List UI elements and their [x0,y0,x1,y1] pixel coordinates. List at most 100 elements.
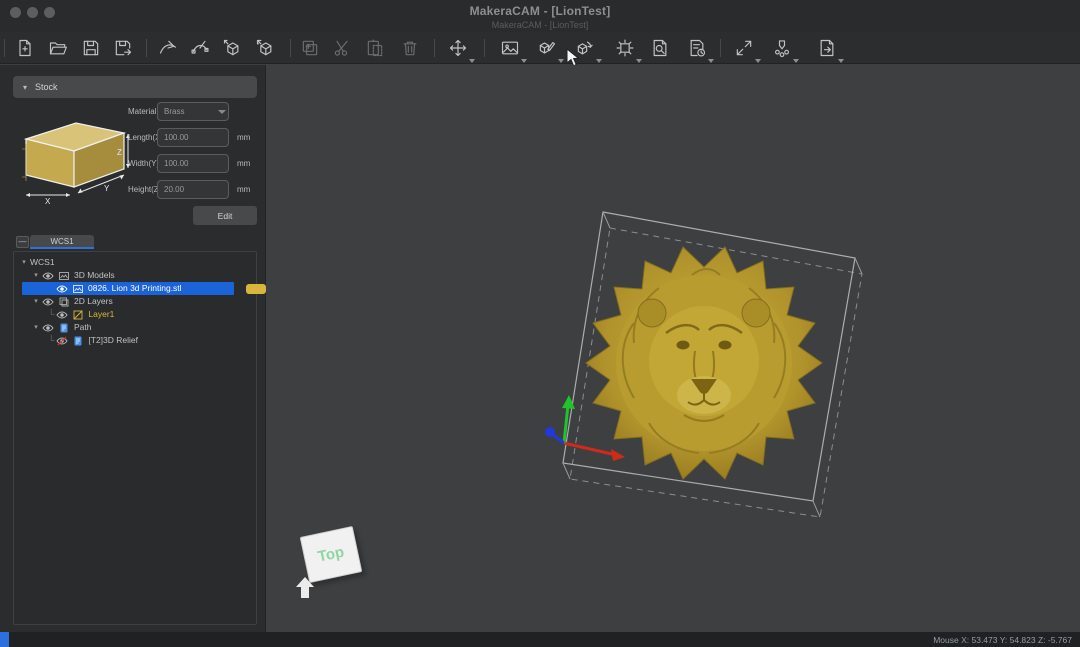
machine-probe-button[interactable] [769,35,795,61]
copy-button[interactable] [297,35,323,61]
toolbar-separator [720,39,721,57]
delete-button[interactable] [397,35,423,61]
tree-label: Layer1 [88,308,114,321]
import-model-button[interactable] [219,35,245,61]
path-group-icon [58,322,70,334]
chevron-down-icon [708,59,714,63]
trace-image-button[interactable] [497,35,523,61]
eye-icon[interactable] [56,309,68,321]
image-icon [500,38,520,58]
eye-icon[interactable] [42,296,54,308]
new-file-button[interactable] [12,35,38,61]
tree-label: 0826. Lion 3d Printing.stl [88,282,182,295]
tree-label: 3D Models [74,269,115,282]
chevron-down-icon [218,110,226,114]
preview-document-button[interactable] [647,35,673,61]
toolbar-separator [434,39,435,57]
eye-icon[interactable] [42,270,54,282]
chevron-down-icon [596,59,602,63]
tree-row-3d-relief[interactable]: └ [T2]3D Relief [14,334,256,347]
tree-row-lion-model[interactable]: 0826. Lion 3d Printing.stl [22,282,234,295]
cut-button[interactable] [329,35,355,61]
expander-icon[interactable]: ▾ [32,321,40,334]
save-as-icon [113,38,133,58]
expander-icon[interactable]: ▾ [20,256,28,269]
fullscreen-button[interactable] [731,35,757,61]
models-group-icon [58,270,70,282]
window-subtitle: MakeraCAM - [LionTest] [0,20,1080,30]
move-transform-button[interactable] [445,35,471,61]
model-color-swatch[interactable] [246,284,266,294]
viewport-3d[interactable]: Top [267,65,1080,632]
layer-icon [72,309,84,321]
export-model-button[interactable] [252,35,278,61]
chevron-down-icon [521,59,527,63]
open-file-button[interactable] [45,35,71,61]
tree-label: Path [74,321,92,334]
toolbar-separator [146,39,147,57]
title-bar: MakeraCAM - [LionTest] MakeraCAM - [Lion… [0,0,1080,32]
height-input[interactable] [157,180,229,199]
eye-hidden-icon[interactable] [56,335,68,347]
status-left-indicator [0,632,9,647]
mouse-coordinates-readout: Mouse X: 53.473 Y: 54.823 Z: -5.767 [933,635,1072,645]
height-unit: mm [237,185,250,194]
laser-button[interactable] [612,35,638,61]
status-bar: Mouse X: 53.473 Y: 54.823 Z: -5.767 [0,632,1080,647]
eye-icon[interactable] [42,322,54,334]
import-vector-icon [158,38,178,58]
import-vector-button[interactable] [155,35,181,61]
tab-wcs1[interactable]: WCS1 [30,235,94,249]
tree-row-path[interactable]: ▾ Path [14,321,256,334]
edit-model-button[interactable] [534,35,560,61]
stock-preview-thumbnail: Z Y X [12,107,130,205]
export-file-button[interactable] [814,35,840,61]
chevron-down-icon [469,59,475,63]
eye-icon[interactable] [56,283,68,295]
edit-vector-icon [190,38,210,58]
chevron-down-icon [636,59,642,63]
toolbar-separator [484,39,485,57]
lion-relief-model[interactable] [586,247,822,479]
viewport-scene [267,65,1080,632]
width-input[interactable] [157,154,229,173]
tree-row-3d-models[interactable]: ▾ 3D Models [14,269,256,282]
document-search-icon [650,38,670,58]
save-as-button[interactable] [110,35,136,61]
stock-axis-x-label: X [45,197,51,205]
stock-section-header[interactable]: ▾ Stock [13,76,257,98]
expander-icon[interactable]: ▾ [32,295,40,308]
laser-icon [615,38,635,58]
paste-button[interactable] [362,35,388,61]
length-input[interactable] [157,128,229,147]
trash-icon [400,38,420,58]
collapse-all-button[interactable]: — [16,236,29,248]
save-button[interactable] [78,35,104,61]
move-arrows-icon [448,38,468,58]
edit-vector-button[interactable] [187,35,213,61]
cut-scissors-icon [332,38,352,58]
import-model-icon [222,38,242,58]
tree-row-layer1[interactable]: └ Layer1 [14,308,256,321]
stock-header-label: Stock [35,82,58,92]
window-title: MakeraCAM - [LionTest] [0,4,1080,18]
home-view-arrow-icon[interactable] [295,577,315,599]
model-item-icon [72,283,84,295]
new-file-icon [15,38,35,58]
save-icon [81,38,101,58]
fullscreen-icon [734,38,754,58]
expander-icon[interactable]: ▾ [32,269,40,282]
machine-probe-icon [772,38,792,58]
document-export-icon [817,38,837,58]
chevron-down-icon [558,59,564,63]
chevron-down-icon: ▾ [23,77,27,99]
tree-tab-bar: — WCS1 [13,235,257,251]
export-model-icon [255,38,275,58]
document-clock-icon [687,38,707,58]
tree-label: [T2]3D Relief [88,334,138,347]
tree-row-wcs1[interactable]: ▾ WCS1 [14,256,256,269]
tree-row-2d-layers[interactable]: ▾ 2D Layers [14,295,256,308]
toolpath-time-button[interactable] [684,35,710,61]
main-toolbar [0,32,1080,64]
edit-stock-button[interactable]: Edit [193,206,257,225]
